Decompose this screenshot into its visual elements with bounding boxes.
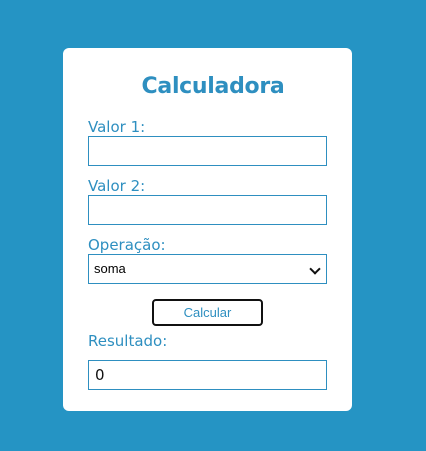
- valor1-label: Valor 1:: [88, 118, 146, 136]
- resultado-label: Resultado:: [88, 332, 168, 350]
- chevron-down-icon: [309, 263, 321, 275]
- valor1-input[interactable]: [88, 136, 327, 166]
- operacao-select[interactable]: soma: [88, 254, 327, 284]
- calculator-card: [63, 48, 352, 411]
- calcular-button[interactable]: Calcular: [152, 299, 263, 326]
- page-title: Calculadora: [141, 74, 285, 99]
- resultado-output: 0: [88, 360, 327, 390]
- operacao-selected-value: soma: [94, 261, 126, 276]
- valor2-input[interactable]: [88, 195, 327, 225]
- valor2-label: Valor 2:: [88, 177, 146, 195]
- operacao-label: Operação:: [88, 236, 166, 254]
